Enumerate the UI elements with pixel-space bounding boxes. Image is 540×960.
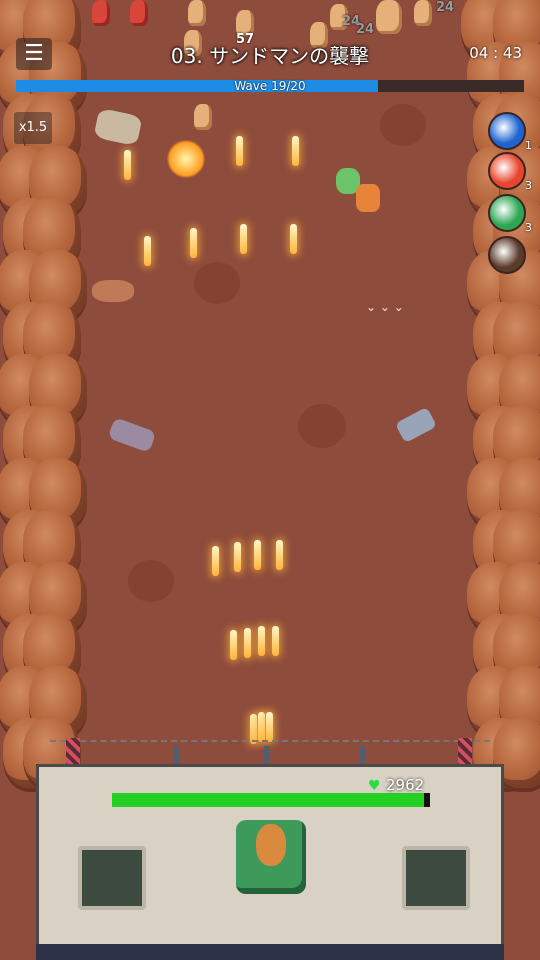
bullet	[234, 542, 241, 572]
bullet	[124, 150, 131, 180]
defeated-enemy	[107, 417, 157, 453]
damage-number: 24	[356, 22, 375, 37]
bullet	[212, 546, 219, 576]
bullet	[258, 712, 265, 742]
red-sandman-enemy[interactable]	[92, 0, 110, 26]
ground-crater	[194, 262, 240, 304]
wind-skill-button[interactable]: 3	[488, 194, 532, 234]
base-hp-fill	[112, 793, 424, 807]
sandman-enemy[interactable]	[188, 0, 206, 26]
base-fence	[50, 740, 490, 766]
stage-timer: 04 : 43	[469, 44, 522, 62]
speed-toggle-button[interactable]: x1.5	[14, 112, 52, 144]
base-vent	[402, 846, 470, 910]
blue-orb-skill-button[interactable]: 1	[488, 112, 532, 152]
ground-crater	[128, 560, 174, 602]
bullet	[144, 236, 151, 266]
skill-count: 3	[525, 179, 532, 192]
explosion-effect	[166, 140, 206, 178]
sandman-enemy[interactable]	[414, 0, 432, 26]
red-sandman-enemy[interactable]	[130, 0, 148, 26]
fallen-canister	[394, 406, 438, 444]
ground-crater	[298, 404, 346, 448]
bullet	[240, 224, 247, 254]
skill-count: 1	[525, 139, 532, 152]
bullet	[272, 626, 279, 656]
skill-count: 3	[525, 221, 532, 234]
bullet	[258, 626, 265, 656]
locked-skill-button[interactable]	[488, 236, 526, 274]
bullet	[290, 224, 297, 254]
bullet	[266, 712, 273, 742]
sandman-enemy[interactable]	[194, 104, 212, 130]
fire-skill-button[interactable]: 3	[488, 152, 532, 192]
rock-pile	[93, 107, 143, 147]
game-screen[interactable]: ⌄ ⌄ ⌄ 57 24 24 24 ☰ 03. サンドマンの襲撃 04 : 43…	[0, 0, 540, 960]
small-rocks	[92, 280, 134, 302]
bullet	[244, 628, 251, 658]
base-hp-bar	[112, 793, 430, 807]
player-tank[interactable]	[236, 820, 306, 894]
orange-sack-enemy[interactable]	[356, 184, 380, 212]
heart-icon: ♥	[368, 778, 381, 794]
base-hp-value: 2962	[386, 776, 425, 794]
ground-crater	[380, 104, 426, 146]
base-vent	[78, 846, 146, 910]
bullet	[292, 136, 299, 166]
bullet	[230, 630, 237, 660]
bullet	[236, 136, 243, 166]
bat-swarm: ⌄ ⌄ ⌄	[366, 300, 404, 314]
bullet	[254, 540, 261, 570]
bullet	[276, 540, 283, 570]
dwarf-gunner	[256, 824, 286, 866]
damage-number: 24	[436, 0, 455, 15]
stage-title: 03. サンドマンの襲撃	[170, 44, 370, 68]
sandman-enemy[interactable]	[376, 0, 402, 34]
base-floor-panel	[36, 944, 504, 960]
wave-label: Wave 19/20	[234, 79, 306, 93]
bullet	[190, 228, 197, 258]
